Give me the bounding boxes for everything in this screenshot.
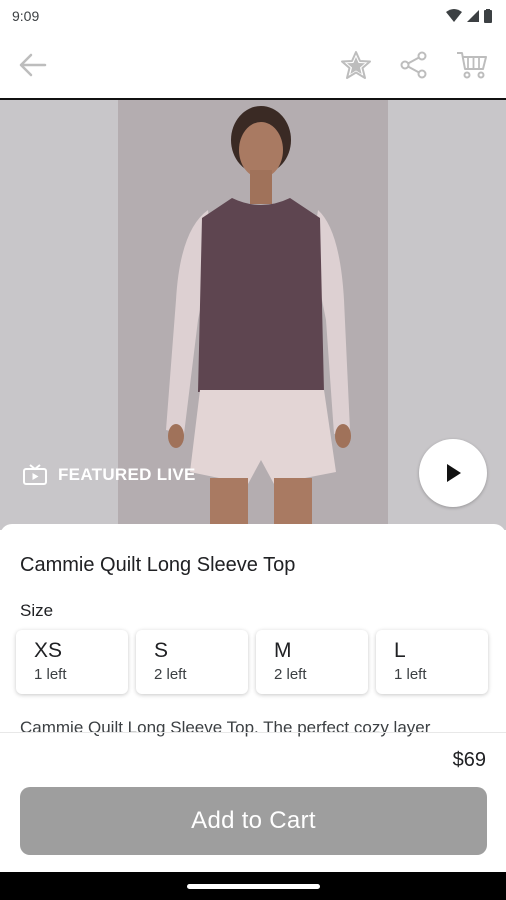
size-options: XS 1 left S 2 left M 2 left L 1 left (16, 630, 488, 694)
add-to-cart-button[interactable]: Add to Cart (20, 787, 487, 855)
battery-icon (484, 9, 492, 23)
share-icon (400, 51, 427, 79)
cart-icon (457, 52, 487, 79)
arrow-left-icon (19, 53, 47, 77)
size-stock: 1 left (394, 666, 427, 683)
app-bar (0, 32, 506, 98)
size-name: M (274, 639, 292, 662)
star-icon (341, 51, 371, 79)
description-divider (0, 732, 506, 733)
status-bar: 9:09 (0, 0, 506, 32)
size-label: Size (20, 601, 54, 620)
size-option-m[interactable]: M 2 left (256, 630, 368, 694)
share-button[interactable] (396, 47, 432, 83)
product-video-preview[interactable]: FEATURED LIVE (0, 100, 506, 530)
featured-live-label: FEATURED LIVE (58, 465, 196, 484)
status-time: 9:09 (12, 8, 40, 24)
size-stock: 2 left (154, 666, 187, 683)
play-button[interactable] (419, 439, 487, 507)
back-button[interactable] (14, 47, 50, 83)
signal-icon (467, 10, 479, 22)
size-option-s[interactable]: S 2 left (136, 630, 248, 694)
wifi-icon (446, 9, 462, 22)
favorite-button[interactable] (338, 47, 374, 83)
play-icon (447, 464, 461, 482)
size-option-l[interactable]: L 1 left (376, 630, 488, 694)
system-nav-bar (0, 872, 506, 900)
size-option-xs[interactable]: XS 1 left (16, 630, 128, 694)
size-name: XS (34, 639, 63, 662)
size-name: S (154, 639, 169, 662)
product-price: $69 (452, 749, 486, 771)
product-description: Cammie Quilt Long Sleeve Top. The perfec… (20, 718, 431, 737)
featured-live-badge: FEATURED LIVE (22, 464, 196, 486)
product-title: Cammie Quilt Long Sleeve Top (20, 554, 296, 576)
cart-button[interactable] (454, 47, 490, 83)
status-icons (446, 9, 492, 23)
product-details-sheet: Cammie Quilt Long Sleeve Top Size XS 1 l… (0, 524, 506, 872)
size-name: L (394, 639, 406, 662)
size-stock: 1 left (34, 666, 67, 683)
home-indicator[interactable] (187, 884, 320, 889)
tv-icon (23, 464, 47, 485)
size-stock: 2 left (274, 666, 307, 683)
